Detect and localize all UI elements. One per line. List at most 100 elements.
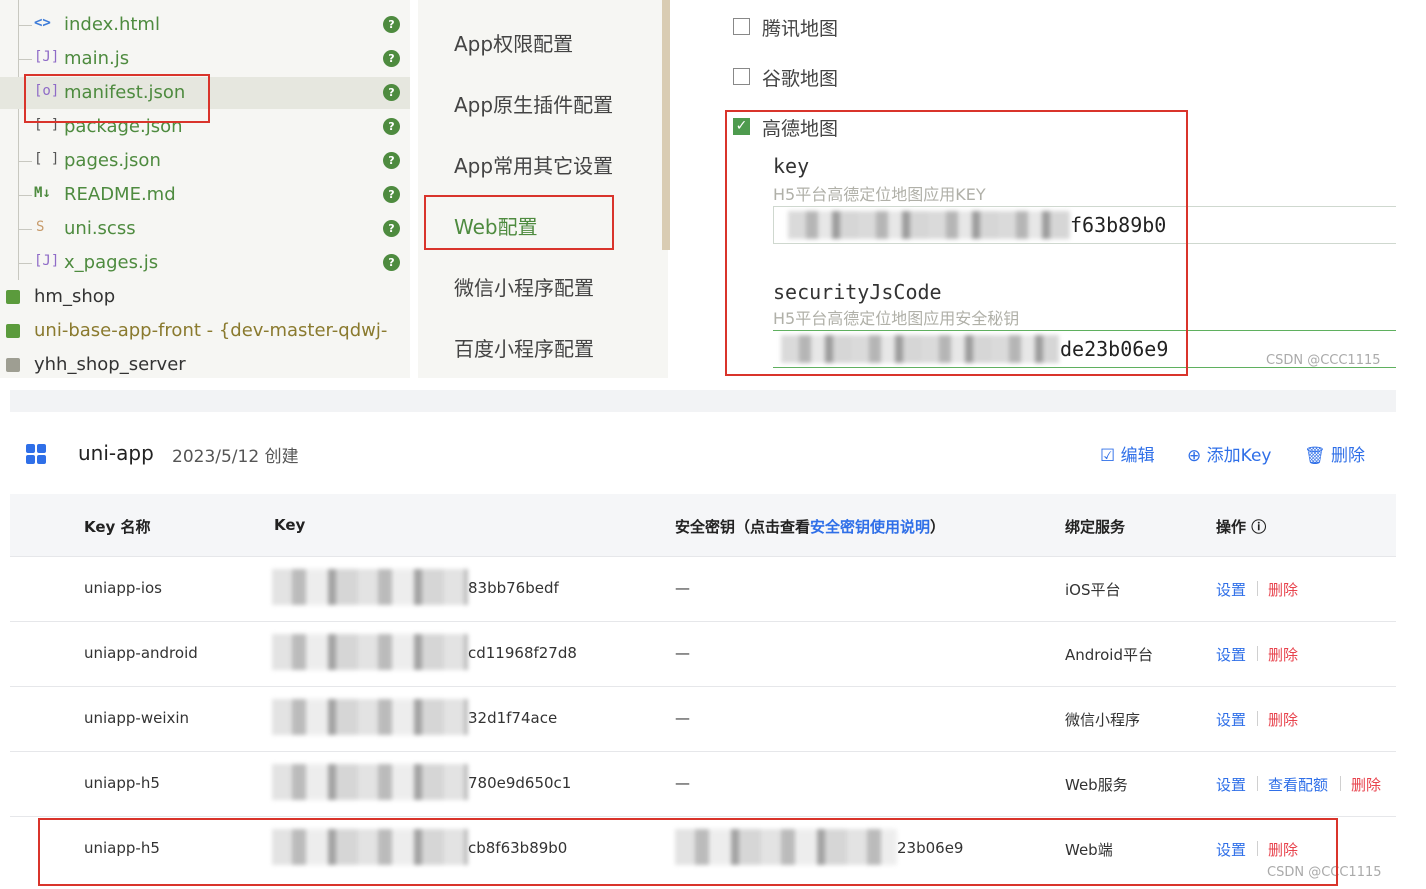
tree-item-label: uni.scss — [64, 218, 136, 239]
secret-help-link[interactable]: 安全密钥使用说明 — [810, 518, 930, 536]
add-circle-icon: ⊕ — [1187, 446, 1202, 466]
tree-item-main-js[interactable]: [J] main.js ? — [0, 43, 410, 75]
col-secret: 安全密钥（点击查看安全密钥使用说明） — [675, 518, 946, 536]
help-badge-icon: ? — [383, 50, 400, 67]
help-badge-icon: ? — [383, 186, 400, 203]
secret-value: — — [675, 579, 690, 597]
hbuilder-panel: <> index.html ? [J] main.js ? [o] manife… — [0, 0, 1396, 378]
delete-link[interactable]: 删除 — [1268, 709, 1298, 730]
app-name: uni-app — [78, 441, 154, 465]
bound-service: Android平台 — [1065, 646, 1153, 664]
settings-link[interactable]: 设置 — [1216, 709, 1246, 730]
secret-value: — — [675, 709, 690, 727]
tree-item-label: x_pages.js — [64, 252, 159, 273]
highlight-manifest — [24, 74, 210, 123]
edit-icon: ☑ — [1100, 446, 1116, 466]
help-badge-icon: ? — [383, 84, 400, 101]
tree-folder-label: hm_shop — [34, 286, 116, 307]
settings-link[interactable]: 设置 — [1216, 579, 1246, 600]
app-card: uni-app 2023/5/12 创建 ☑ 编辑 ⊕ 添加Key 🗑 删除 K… — [10, 412, 1396, 888]
bound-service: Web服务 — [1065, 776, 1128, 794]
key-value: 780e9d650c1 — [468, 774, 572, 792]
col-service: 绑定服务 — [1065, 518, 1126, 536]
menu-scrollbar[interactable] — [662, 0, 670, 250]
menu-item-app-permissions[interactable]: App权限配置 — [454, 28, 573, 57]
redacted-key — [272, 699, 468, 735]
add-key-button[interactable]: ⊕ 添加Key — [1187, 441, 1271, 466]
trash-icon: 🗑 — [1304, 446, 1326, 466]
help-badge-icon: ? — [383, 254, 400, 271]
tree-item-index-html[interactable]: <> index.html ? — [0, 9, 410, 41]
tencent-map-label: 腾讯地图 — [762, 18, 839, 40]
menu-item-app-native-plugins[interactable]: App原生插件配置 — [454, 89, 613, 118]
highlight-amap-config — [725, 110, 1188, 376]
tree-item-label: main.js — [64, 48, 130, 69]
json-file-icon: [ ] — [34, 151, 60, 167]
keys-table-header: Key 名称 Key 安全密钥（点击查看安全密钥使用说明） 绑定服务 操作 ⓘ — [10, 494, 1396, 556]
google-map-checkbox[interactable] — [733, 68, 750, 85]
delete-link[interactable]: 删除 — [1268, 579, 1298, 600]
js-file-icon: [J] — [34, 253, 60, 269]
key-value: 83bb76bedf — [468, 579, 559, 597]
tree-folder-yhh-shop-server[interactable]: yhh_shop_server — [0, 349, 410, 378]
project-folder-icon — [6, 290, 20, 304]
redacted-key — [272, 764, 468, 800]
bound-service: 微信小程序 — [1065, 711, 1141, 729]
table-row: uniapp-android cd11968f27d8 — Android平台 … — [10, 621, 1396, 687]
redacted-key — [272, 634, 468, 670]
col-key-name: Key 名称 — [84, 518, 151, 536]
tencent-map-checkbox[interactable] — [733, 18, 750, 35]
tree-folder-hm-shop[interactable]: hm_shop — [0, 281, 410, 313]
js-file-icon: [J] — [34, 49, 60, 65]
help-badge-icon: ? — [383, 220, 400, 237]
scss-file-icon: S — [36, 219, 45, 235]
key-name: uniapp-ios — [84, 579, 162, 597]
key-value: 32d1f74ace — [468, 709, 558, 727]
settings-link[interactable]: 设置 — [1216, 774, 1246, 795]
highlight-h5-key-row — [38, 818, 1338, 886]
menu-item-app-other-settings[interactable]: App常用其它设置 — [454, 150, 613, 179]
key-name: uniapp-weixin — [84, 709, 190, 727]
table-row: uniapp-weixin 32d1f74ace — 微信小程序 设置 删除 — [10, 686, 1396, 752]
edit-button[interactable]: ☑ 编辑 — [1100, 441, 1155, 466]
folder-icon — [6, 358, 20, 372]
delete-link[interactable]: 删除 — [1351, 774, 1381, 795]
bound-service: iOS平台 — [1065, 581, 1121, 599]
help-badge-icon: ? — [383, 16, 400, 33]
project-folder-icon — [6, 324, 20, 338]
tree-item-label: index.html — [64, 14, 160, 35]
table-row: uniapp-ios 83bb76bedf — iOS平台 设置 删除 — [10, 556, 1396, 622]
tree-item-label: pages.json — [64, 150, 161, 171]
markdown-file-icon: M↓ — [34, 185, 51, 201]
app-card-header: uni-app 2023/5/12 创建 ☑ 编辑 ⊕ 添加Key 🗑 删除 — [10, 412, 1396, 494]
help-badge-icon: ? — [383, 152, 400, 169]
redacted-key — [272, 569, 468, 605]
key-name: uniapp-android — [84, 644, 198, 662]
app-grid-icon — [26, 444, 46, 464]
app-created-date: 2023/5/12 创建 — [172, 447, 299, 467]
settings-link[interactable]: 设置 — [1216, 644, 1246, 665]
highlight-web-config — [424, 195, 614, 250]
tree-item-uni-scss[interactable]: S uni.scss ? — [0, 213, 410, 245]
menu-item-baidu-mp[interactable]: 百度小程序配置 — [454, 333, 594, 362]
tree-folder-label: uni-base-app-front - {dev-master-qdwj- — [34, 320, 388, 341]
watermark: CSDN @CCC1115 — [1266, 353, 1381, 368]
menu-item-weixin-mp[interactable]: 微信小程序配置 — [454, 272, 594, 301]
secret-value: — — [675, 774, 690, 792]
secret-value: — — [675, 644, 690, 662]
help-badge-icon: ? — [383, 118, 400, 135]
delete-app-button[interactable]: 🗑 删除 — [1304, 441, 1365, 466]
manifest-config-menu: App权限配置 App原生插件配置 App常用其它设置 Web配置 微信小程序配… — [418, 0, 668, 378]
tree-folder-uni-base[interactable]: uni-base-app-front - {dev-master-qdwj- — [0, 315, 410, 347]
tree-item-pages-json[interactable]: [ ] pages.json ? — [0, 145, 410, 177]
tree-folder-label: yhh_shop_server — [34, 354, 186, 375]
google-map-label: 谷歌地图 — [762, 68, 839, 90]
table-row: uniapp-h5 780e9d650c1 — Web服务 设置 查看配额 删除 — [10, 751, 1396, 817]
tree-item-readme[interactable]: M↓ README.md ? — [0, 179, 410, 211]
view-quota-link[interactable]: 查看配额 — [1268, 774, 1328, 795]
key-value: cd11968f27d8 — [468, 644, 577, 662]
col-key: Key — [274, 516, 306, 534]
delete-link[interactable]: 删除 — [1268, 644, 1298, 665]
tree-item-x-pages-js[interactable]: [J] x_pages.js ? — [0, 247, 410, 279]
col-ops: 操作 ⓘ — [1216, 518, 1267, 536]
